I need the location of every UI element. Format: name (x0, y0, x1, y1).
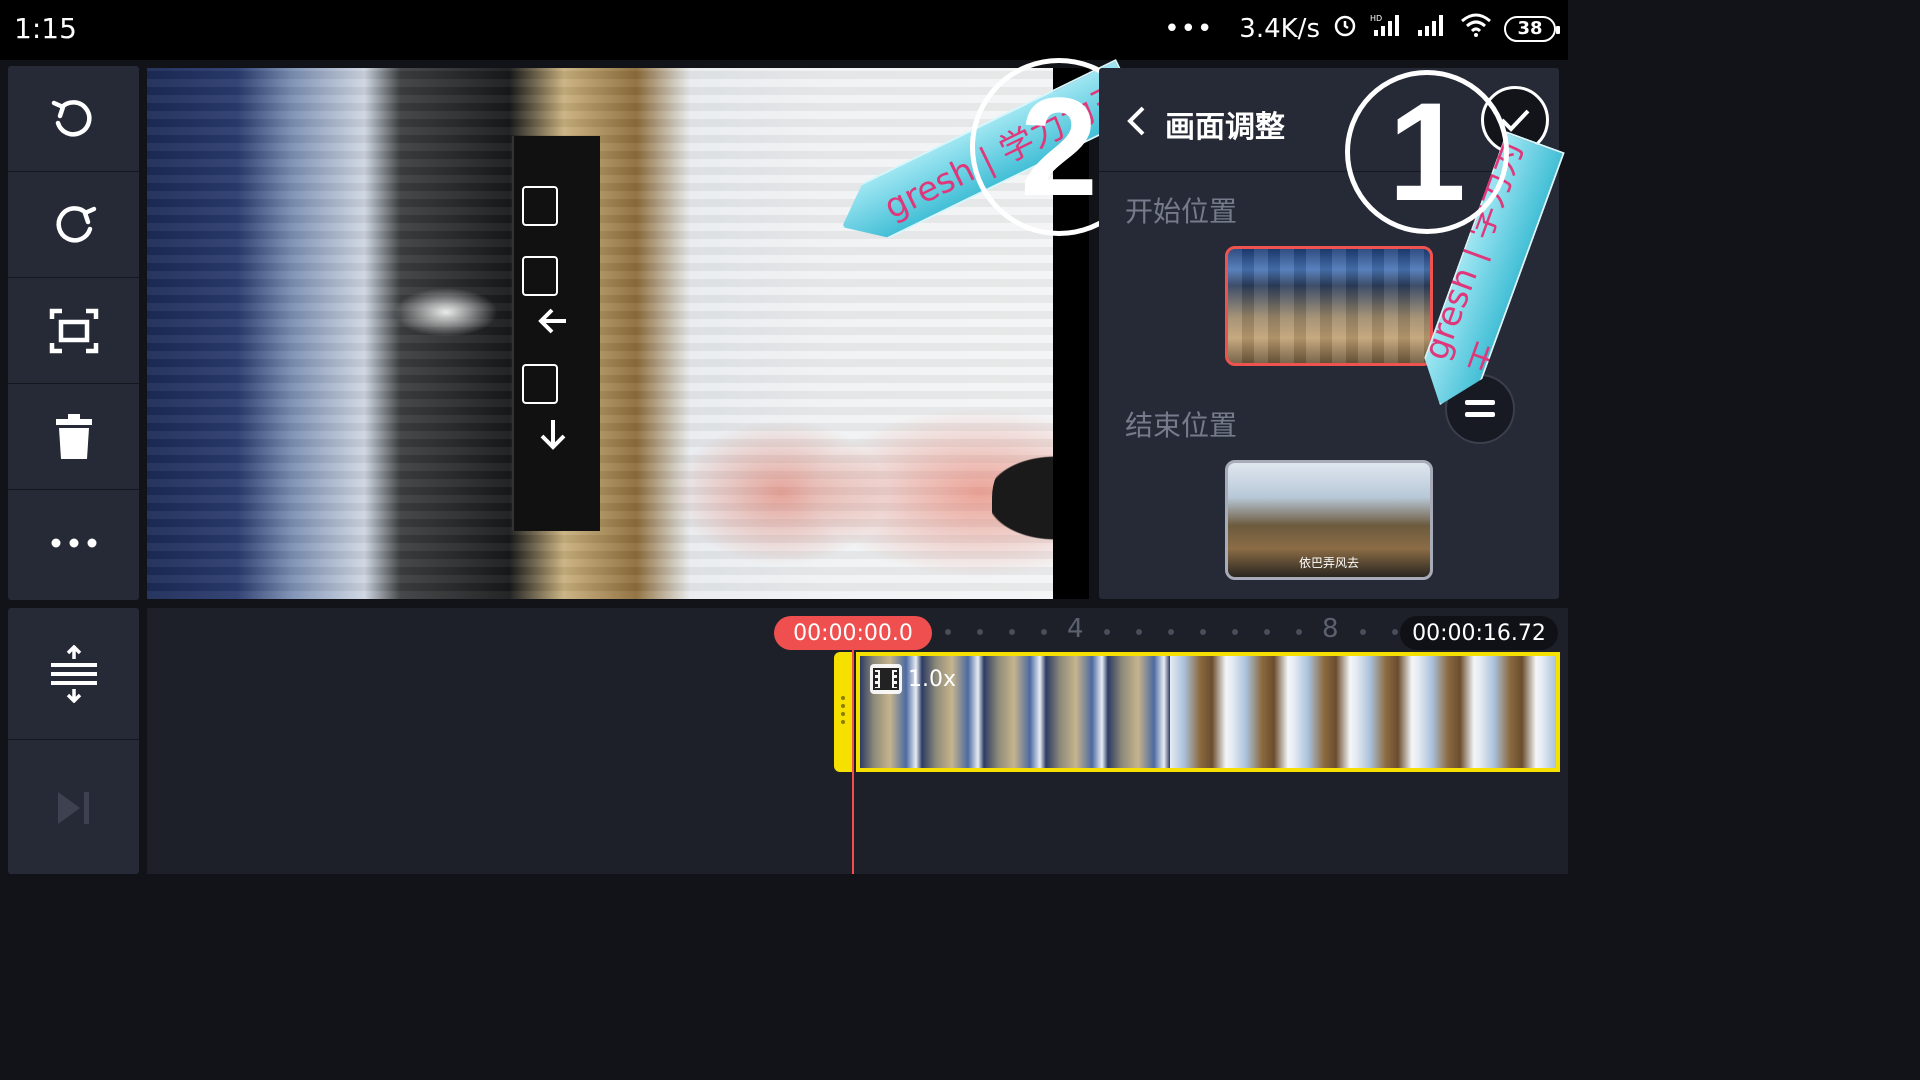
redo-button[interactable] (8, 172, 139, 278)
split-icon (50, 644, 97, 703)
crop-icon (49, 308, 98, 353)
status-icons: ••• 3.4K/s HD 38 (1164, 12, 1560, 45)
split-button[interactable] (8, 608, 139, 740)
svg-text:HD: HD (1370, 14, 1382, 23)
back-icon[interactable] (1121, 104, 1155, 138)
annotation-number-1: 1 (1345, 70, 1509, 234)
ruler-label-8: 8 (1322, 614, 1339, 644)
video-clip[interactable]: 1.0x (856, 652, 1560, 772)
current-time: 00:00:00.0 (774, 616, 932, 650)
undo-icon (51, 99, 92, 137)
more-icon (51, 538, 96, 548)
trash-icon (55, 413, 92, 459)
timeline[interactable]: 4 8 00:00:00.0 00:00:16.72 1.0x (147, 608, 1568, 874)
clip-speed-badge: 1.0x (870, 664, 956, 694)
end-thumbnail-caption: 依巴弄风去 (1298, 556, 1359, 570)
left-toolbar (8, 66, 139, 600)
total-duration: 00:00:16.72 (1400, 616, 1558, 650)
more-notifications-icon: ••• (1164, 13, 1214, 44)
arrow-down-icon (540, 420, 566, 450)
clip-speed-label: 1.0x (908, 666, 957, 692)
skip-end-icon (57, 792, 89, 824)
battery-icon: 38 (1504, 15, 1560, 42)
redo-icon (55, 205, 96, 243)
battery-level: 38 (1517, 18, 1543, 39)
film-icon (870, 664, 902, 694)
status-bar: 1:15 ••• 3.4K/s HD 38 (0, 0, 1568, 60)
hd-signal-icon: HD (1370, 12, 1404, 45)
undo-button[interactable] (8, 66, 139, 172)
end-position-thumbnail[interactable]: 依巴弄风去 (1225, 460, 1433, 580)
start-position-label: 开始位置 (1125, 195, 1238, 228)
signal-icon (1416, 12, 1448, 45)
delete-button[interactable] (8, 384, 139, 490)
wifi-icon (1460, 12, 1492, 45)
panel-title: 画面调整 (1165, 110, 1285, 145)
left-lower-toolbar (8, 608, 139, 874)
skip-to-end-button[interactable] (8, 742, 139, 874)
arrow-left-icon (538, 308, 566, 334)
playhead[interactable] (852, 650, 854, 874)
end-position-label: 结束位置 (1125, 409, 1238, 442)
equal-icon (1465, 400, 1495, 417)
start-position-thumbnail[interactable] (1225, 246, 1433, 366)
network-speed: 3.4K/s (1239, 13, 1320, 44)
direction-sign (512, 136, 600, 531)
alarm-icon (1332, 12, 1358, 45)
crop-pan-button[interactable] (8, 278, 139, 384)
preview-frame (147, 68, 1053, 599)
grip-icon (841, 696, 845, 724)
clip-trim-handle[interactable] (834, 652, 852, 772)
more-button[interactable] (8, 490, 139, 596)
ruler-label-4: 4 (1067, 614, 1084, 644)
status-time: 1:15 (14, 12, 77, 45)
